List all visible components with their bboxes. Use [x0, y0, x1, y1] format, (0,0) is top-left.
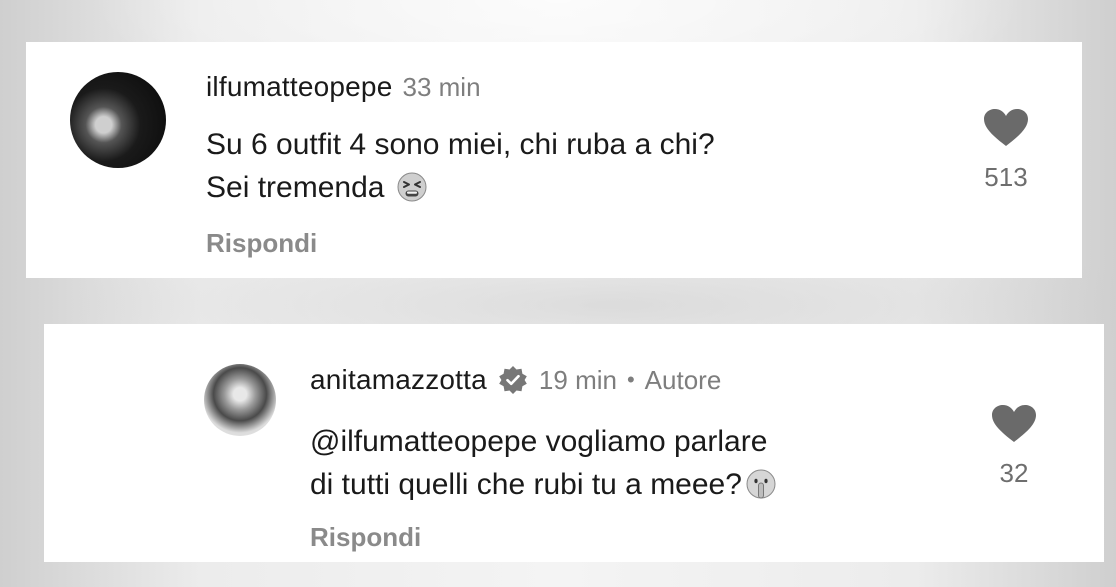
verified-badge-icon [497, 364, 529, 396]
comment-line-text: Sei tremenda [206, 171, 385, 204]
avatar[interactable] [70, 72, 166, 168]
comment-line-text: di tutti quelli che rubi tu a meee? [310, 468, 742, 501]
timestamp: 19 min [538, 364, 617, 395]
shushing-face-icon [744, 467, 778, 501]
comment-line: @ilfumatteopepe vogliamo parlare [310, 420, 1010, 463]
author-label: Autore [644, 364, 722, 395]
username[interactable]: anitamazzotta [310, 364, 487, 396]
comment-card-anitamazzotta: anitamazzotta 19 min • Autore @ilfumatte… [44, 324, 1104, 562]
comment-line-text: vogliamo parlare [537, 425, 768, 458]
comment-line-2: di tutti quelli che rubi tu a meee? [310, 463, 1010, 506]
comment-line: Su 6 outfit 4 sono miei, chi ruba a chi? [206, 128, 715, 161]
comment-header: anitamazzotta 19 min • Autore [310, 364, 721, 396]
username[interactable]: ilfumatteopepe [206, 71, 392, 103]
comment-line-2: Sei tremenda [206, 166, 966, 209]
tired-face-icon [395, 170, 429, 204]
separator: • [626, 367, 635, 392]
like-control: 513 [966, 108, 1046, 193]
heart-icon[interactable] [983, 108, 1029, 148]
comment-card-ilfumatteopepe: ilfumatteopepe 33 min Su 6 outfit 4 sono… [26, 42, 1082, 278]
comment-header: ilfumatteopepe 33 min [206, 71, 481, 103]
comment-text: Su 6 outfit 4 sono miei, chi ruba a chi?… [206, 123, 966, 209]
like-count: 513 [984, 162, 1028, 192]
reply-button[interactable]: Rispondi [206, 228, 317, 259]
comment-text: @ilfumatteopepe vogliamo parlare di tutt… [310, 420, 1010, 506]
like-count: 32 [999, 458, 1029, 488]
timestamp: 33 min [402, 71, 481, 102]
like-control: 32 [974, 404, 1054, 489]
mention-link[interactable]: @ilfumatteopepe [310, 425, 537, 458]
avatar[interactable] [204, 364, 276, 436]
reply-button[interactable]: Rispondi [310, 522, 421, 553]
heart-icon[interactable] [991, 404, 1037, 444]
